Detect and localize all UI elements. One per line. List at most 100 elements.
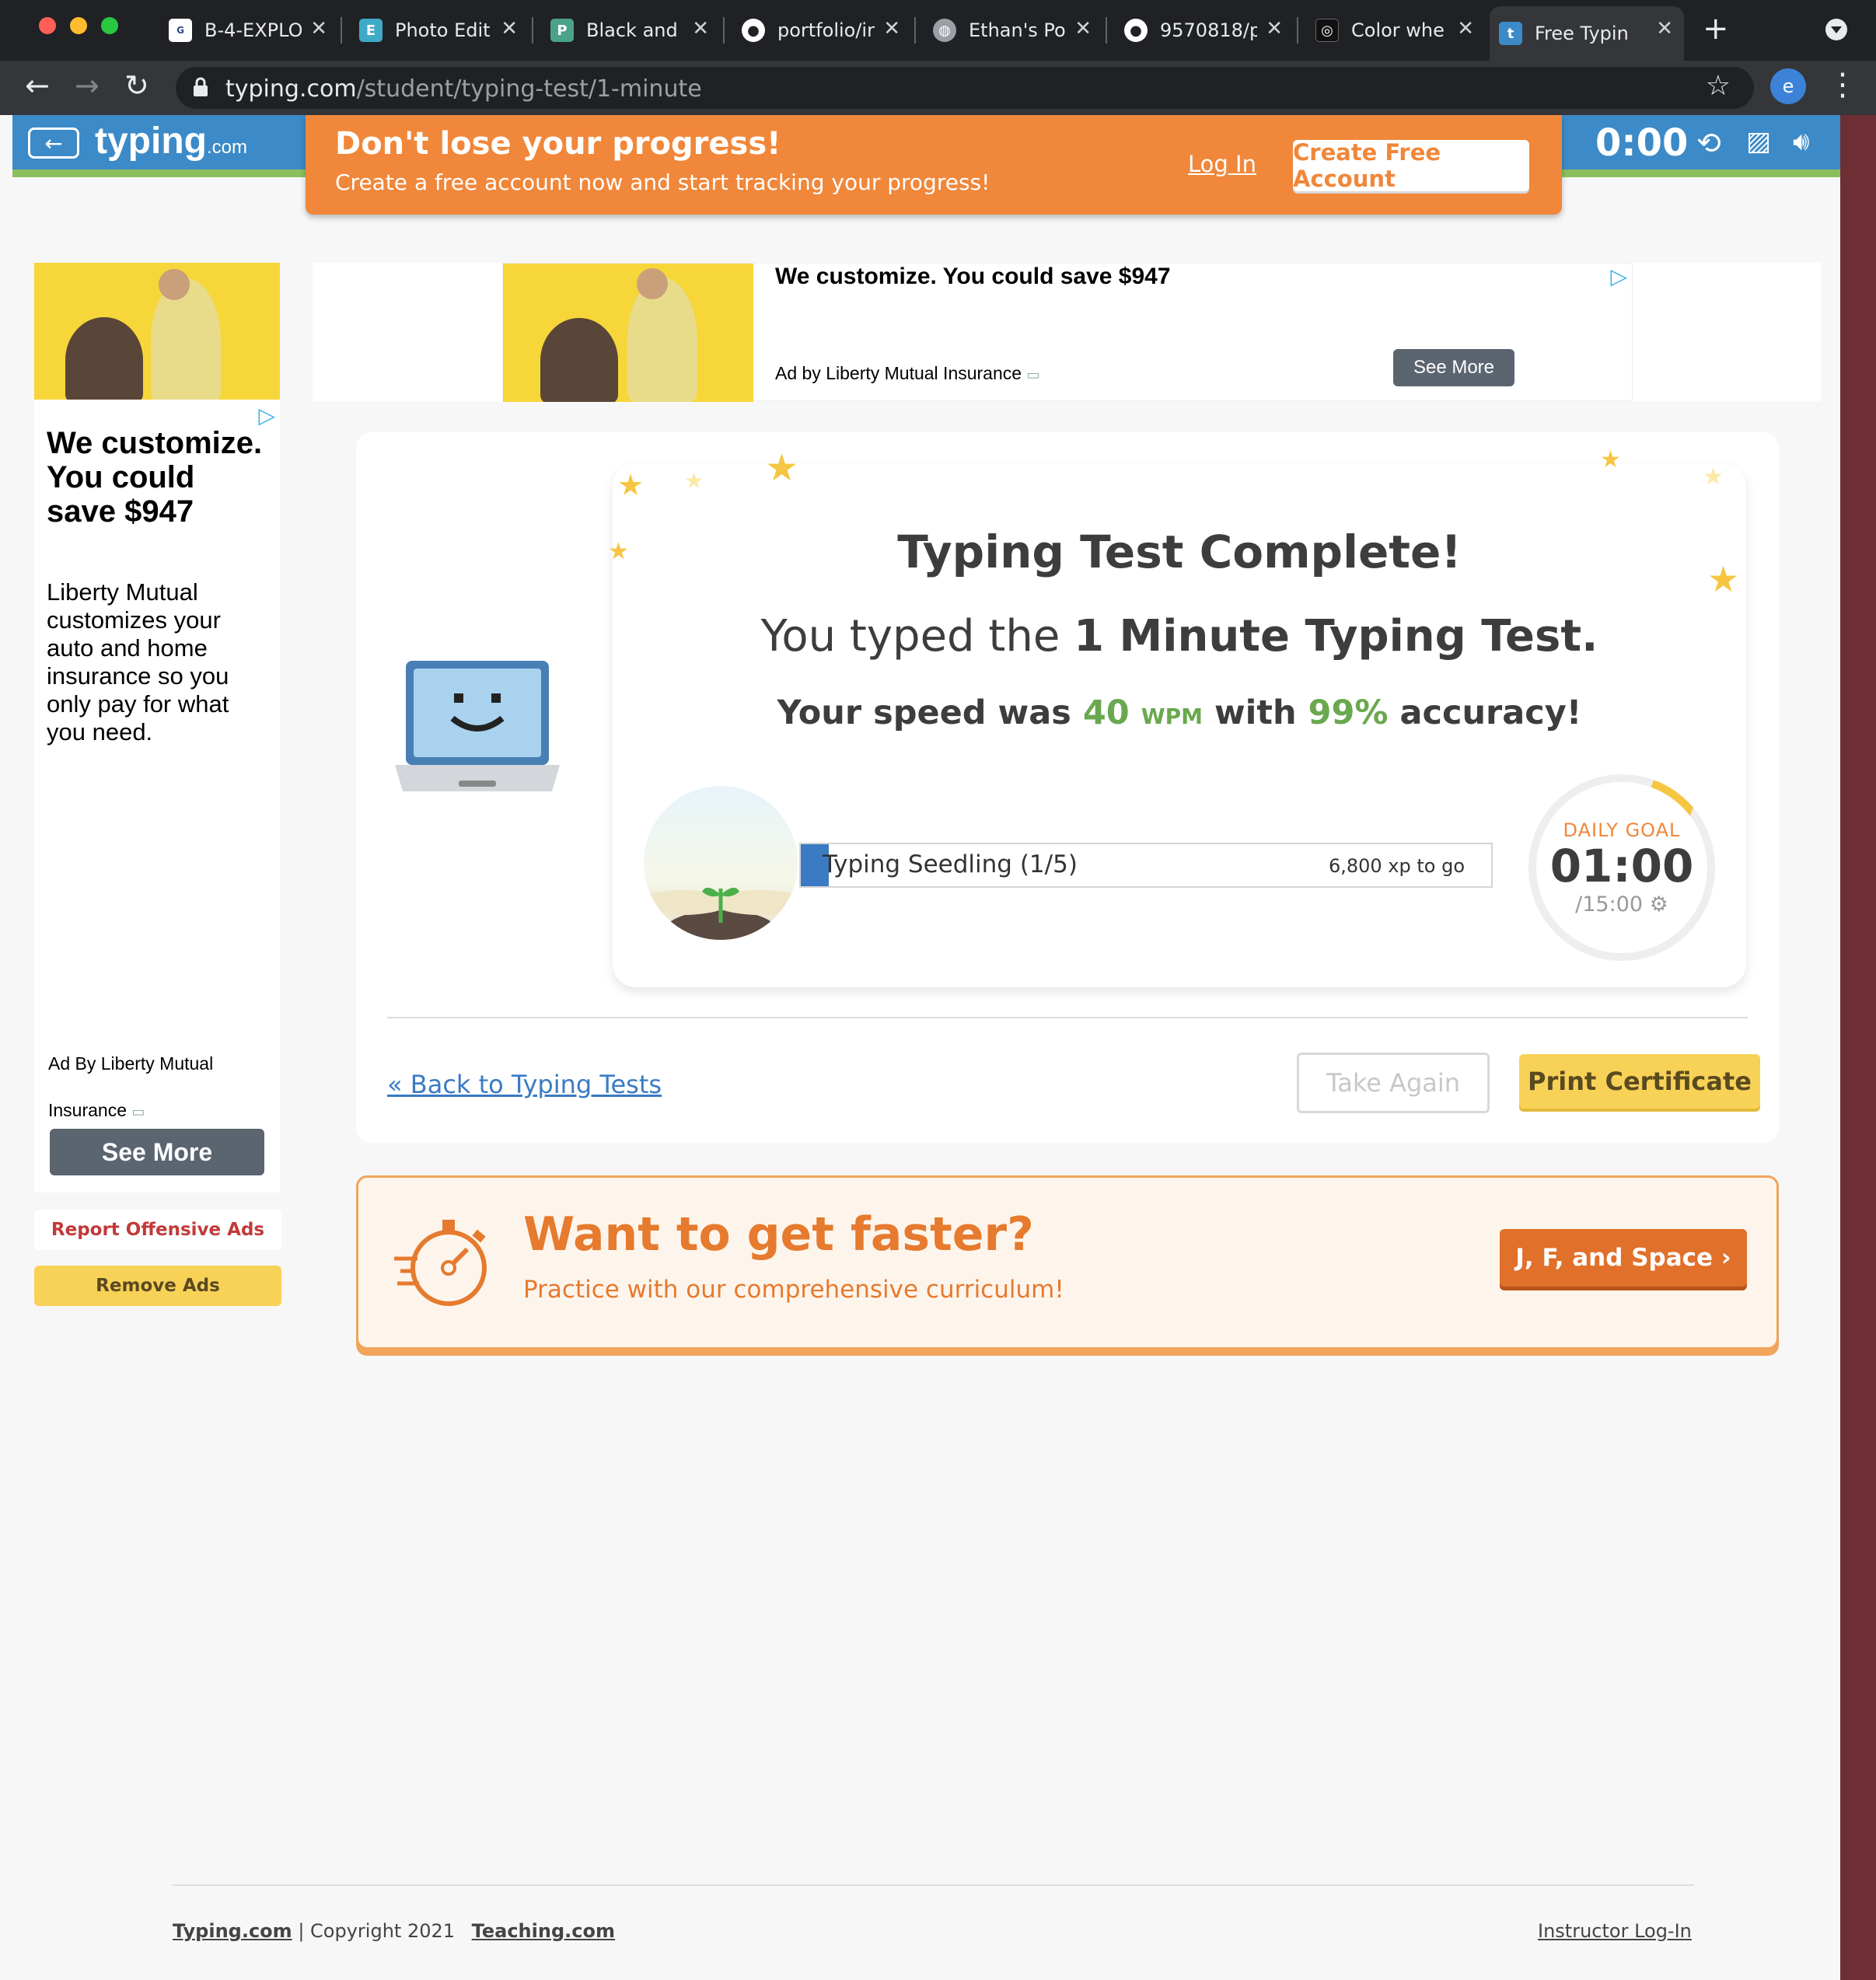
ad-image bbox=[34, 263, 280, 400]
tab-separator bbox=[1106, 17, 1107, 44]
tab-label: portfolio/in bbox=[777, 19, 875, 41]
next-lesson-button[interactable]: J, F, and Space › bbox=[1500, 1229, 1747, 1287]
ad-person-head bbox=[159, 269, 190, 300]
ad-image bbox=[503, 264, 753, 402]
ad-person-figure bbox=[151, 278, 221, 400]
ad-body: Liberty Mutual customizes your auto and … bbox=[47, 578, 229, 746]
browser-tab[interactable]: E Photo Edit ✕ bbox=[350, 6, 529, 54]
minimize-window-button[interactable] bbox=[70, 17, 87, 34]
tab-label: Free Typin bbox=[1535, 23, 1629, 44]
close-window-button[interactable] bbox=[39, 17, 56, 34]
browser-tab[interactable]: ◍ Ethan's Po ✕ bbox=[924, 6, 1102, 54]
url-domain: typing.com bbox=[225, 75, 357, 103]
star-icon: ★ bbox=[765, 446, 799, 490]
gear-icon[interactable]: ⚙ bbox=[1650, 892, 1668, 917]
ad-see-more-button[interactable]: See More bbox=[1393, 349, 1514, 386]
bookmark-star-icon[interactable]: ☆ bbox=[1706, 70, 1731, 102]
top-banner-ad[interactable]: We customize. You could save $947 Ad by … bbox=[313, 263, 1821, 402]
close-tab-icon[interactable]: ✕ bbox=[1457, 17, 1474, 40]
stats-icon[interactable]: ▨ bbox=[1746, 126, 1771, 157]
p-icon: P bbox=[550, 19, 574, 42]
create-account-button[interactable]: Create Free Account bbox=[1293, 139, 1529, 192]
ad-see-more-button[interactable]: See More bbox=[50, 1129, 264, 1175]
browser-tab[interactable]: G B-4-EXPLO ✕ bbox=[159, 6, 338, 54]
back-arrow-icon[interactable]: ← bbox=[25, 68, 50, 103]
logo-suffix: .com bbox=[206, 137, 247, 158]
address-bar[interactable]: typing.com/student/typing-test/1-minute … bbox=[176, 67, 1754, 109]
close-tab-icon[interactable]: ✕ bbox=[1266, 17, 1283, 40]
reload-icon[interactable]: ↻ bbox=[124, 68, 149, 103]
color-wheel-icon: ◎ bbox=[1315, 19, 1339, 42]
copyright-text: Copyright 2021 bbox=[310, 1920, 456, 1942]
results-card: ★ ★ ★ ★ ★ ★ ★ Typing Test Complete! You … bbox=[356, 432, 1779, 1143]
sound-icon[interactable]: 🔊︎ bbox=[1793, 126, 1809, 157]
ad-logo-icon: ▭ bbox=[1026, 367, 1040, 382]
results-speed: Your speed was 40 WPM with 99% accuracy! bbox=[613, 693, 1746, 732]
history-icon[interactable]: ⟲ bbox=[1696, 126, 1721, 160]
tab-separator bbox=[341, 17, 342, 44]
tab-separator bbox=[723, 17, 725, 44]
adchoices-icon[interactable]: ▷ bbox=[258, 403, 275, 428]
new-tab-icon[interactable]: + bbox=[1703, 11, 1729, 47]
close-tab-icon[interactable]: ✕ bbox=[1656, 17, 1673, 40]
lock-icon bbox=[194, 77, 208, 96]
speed-mid: with bbox=[1202, 693, 1308, 732]
footer-divider bbox=[173, 1884, 1694, 1886]
close-tab-icon[interactable]: ✕ bbox=[501, 17, 518, 40]
typing-icon: t bbox=[1499, 22, 1522, 45]
back-arrow-icon: ← bbox=[44, 130, 63, 156]
gotw-icon: G bbox=[169, 19, 192, 42]
tab-label: Color whe bbox=[1351, 19, 1445, 41]
tab-search-icon[interactable] bbox=[1825, 19, 1847, 40]
speed-prefix: Your speed was bbox=[777, 693, 1083, 732]
browser-tab[interactable]: ● 9570818/p ✕ bbox=[1115, 6, 1294, 54]
report-offensive-ads-button[interactable]: Report Offensive Ads bbox=[34, 1210, 281, 1250]
typing-com-link[interactable]: Typing.com bbox=[173, 1920, 292, 1942]
remove-ads-button[interactable]: Remove Ads bbox=[34, 1266, 281, 1306]
ad-attribution-text: Ad by Liberty Mutual Insurance bbox=[775, 363, 1022, 383]
close-tab-icon[interactable]: ✕ bbox=[1074, 17, 1092, 40]
page: ← typing.com 0:00 ⟲ ▨ 🔊︎ Don't lose your… bbox=[12, 115, 1840, 1980]
browser-menu-icon[interactable]: ⋮ bbox=[1827, 67, 1858, 103]
instructor-login-link[interactable]: Instructor Log-In bbox=[1538, 1920, 1692, 1942]
logo-text: typing bbox=[95, 120, 207, 162]
sidebar-ad[interactable]: ▷ We customize. You could save $947 Libe… bbox=[34, 263, 280, 1193]
browser-tab-strip: G B-4-EXPLO ✕ E Photo Edit ✕ P Black and… bbox=[0, 0, 1876, 61]
seedling-icon bbox=[644, 887, 798, 940]
typing-logo[interactable]: typing.com bbox=[95, 120, 247, 162]
print-certificate-button[interactable]: Print Certificate bbox=[1519, 1054, 1760, 1109]
wpm-unit: WPM bbox=[1141, 704, 1203, 729]
browser-tab[interactable]: ● portfolio/in ✕ bbox=[732, 6, 911, 54]
tab-label: Photo Edit bbox=[395, 19, 491, 41]
adchoices-icon[interactable]: ▷ bbox=[1610, 264, 1627, 289]
browser-tab[interactable]: ◎ Color whe ✕ bbox=[1306, 6, 1485, 54]
close-tab-icon[interactable]: ✕ bbox=[692, 17, 709, 40]
tab-label: Ethan's Po bbox=[969, 19, 1066, 41]
tab-label: Black and bbox=[586, 19, 678, 41]
results-title: Typing Test Complete! bbox=[897, 526, 1462, 578]
test-name: 1 Minute Typing Test. bbox=[1074, 611, 1598, 662]
url-path: /student/typing-test/1-minute bbox=[356, 75, 702, 103]
take-again-button[interactable]: Take Again bbox=[1297, 1053, 1490, 1113]
ad-emu-figure bbox=[65, 317, 143, 400]
back-to-tests-link[interactable]: « Back to Typing Tests bbox=[387, 1070, 662, 1099]
header-back-button[interactable]: ← bbox=[28, 127, 79, 159]
tab-separator bbox=[532, 17, 533, 44]
login-link[interactable]: Log In bbox=[1188, 151, 1256, 177]
ad-frame: We customize. You could save $947 Ad by … bbox=[502, 263, 1633, 402]
browser-tab-active[interactable]: t Free Typin ✕ bbox=[1490, 6, 1684, 61]
teaching-com-link[interactable]: Teaching.com bbox=[472, 1920, 615, 1942]
profile-avatar[interactable]: e bbox=[1770, 68, 1806, 104]
footer-separator: | bbox=[298, 1920, 311, 1942]
close-tab-icon[interactable]: ✕ bbox=[883, 17, 900, 40]
browser-tab[interactable]: P Black and ✕ bbox=[541, 6, 720, 54]
star-icon: ★ bbox=[684, 468, 704, 494]
ad-person-figure bbox=[627, 278, 697, 402]
close-tab-icon[interactable]: ✕ bbox=[310, 17, 327, 40]
maximize-window-button[interactable] bbox=[101, 17, 118, 34]
xp-to-go: 6,800 xp to go bbox=[1328, 855, 1465, 877]
browser-toolbar: ← → ↻ typing.com/student/typing-test/1-m… bbox=[0, 61, 1876, 115]
forward-arrow-icon[interactable]: → bbox=[75, 68, 100, 103]
daily-goal-label: DAILY GOAL bbox=[1563, 819, 1681, 841]
github-icon: ● bbox=[1124, 19, 1148, 42]
